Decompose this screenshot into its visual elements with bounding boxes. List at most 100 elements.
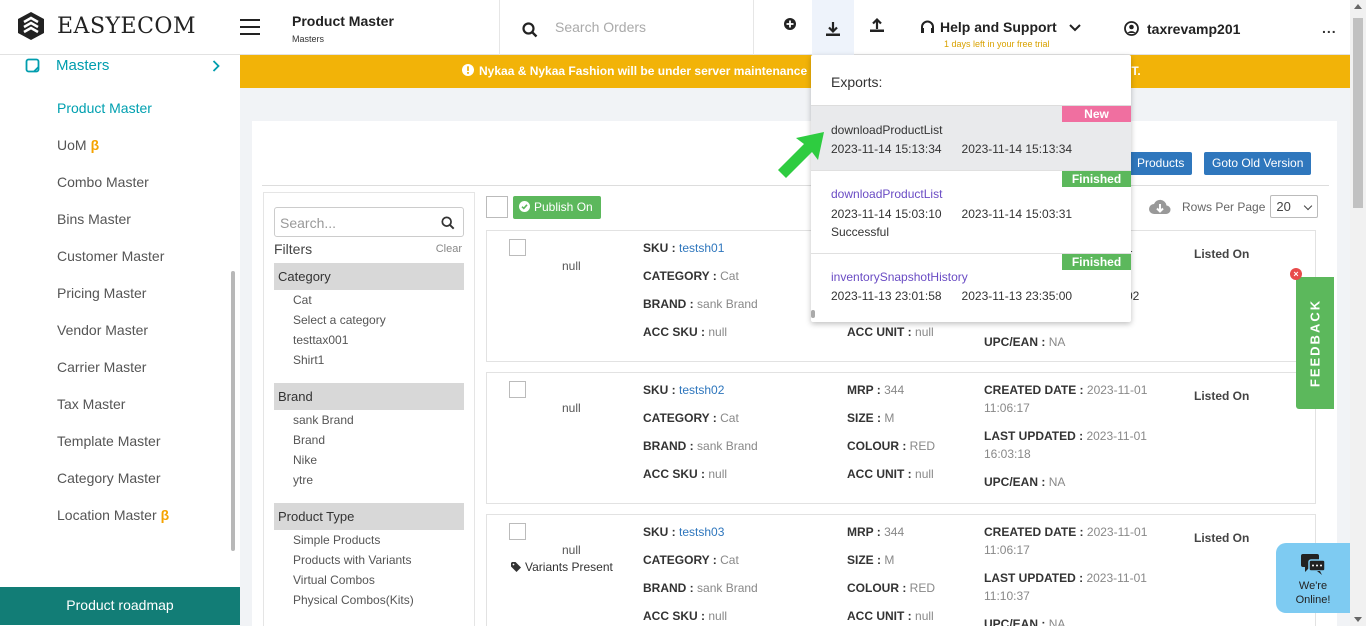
- easyecom-logo-icon: [18, 12, 44, 40]
- filter-option[interactable]: Products with Variants: [274, 550, 464, 570]
- upload-icon[interactable]: [867, 17, 887, 37]
- scrollbar-thumb[interactable]: [1353, 18, 1363, 208]
- filter-group-header[interactable]: Product Type: [274, 503, 464, 530]
- filter-option[interactable]: Physical Combos(Kits): [274, 590, 464, 610]
- filter-option[interactable]: Brand: [274, 430, 464, 450]
- cloud-download-icon[interactable]: [1148, 198, 1172, 216]
- filter-group-product-type: Product Type Simple Products Products wi…: [274, 503, 464, 610]
- filters-title: Filters: [274, 241, 313, 257]
- sidebar-item-combo-master[interactable]: Combo Master: [57, 174, 169, 211]
- filter-option[interactable]: Shirt1: [274, 350, 464, 370]
- product-image-placeholder: null: [562, 259, 581, 273]
- filter-option[interactable]: ytre: [274, 470, 464, 490]
- sidebar-section-label: Masters: [56, 57, 110, 74]
- add-circle-icon[interactable]: [780, 17, 800, 37]
- filter-group-header[interactable]: Brand: [274, 383, 464, 410]
- sidebar-item-uom[interactable]: UoM β: [57, 137, 169, 174]
- goto-old-version-button[interactable]: Goto Old Version: [1204, 152, 1312, 175]
- filter-option[interactable]: Simple Products: [274, 530, 464, 550]
- publish-on-button[interactable]: Publish On: [513, 196, 601, 219]
- export-item[interactable]: downloadProductList 2023-11-14 15:13:34 2…: [811, 106, 1131, 171]
- rows-per-page: Rows Per Page 20: [1148, 195, 1319, 218]
- dropdown-scrollbar[interactable]: [811, 310, 815, 318]
- scroll-up-icon[interactable]: [1354, 4, 1362, 9]
- row-checkbox[interactable]: [509, 239, 526, 256]
- help-and-support[interactable]: Help and Support 1 days left in your fre…: [920, 19, 1081, 49]
- sidebar-item-bins-master[interactable]: Bins Master: [57, 211, 169, 248]
- row-checkbox[interactable]: [509, 523, 526, 540]
- rows-per-page-label: Rows Per Page: [1182, 199, 1266, 214]
- filter-option[interactable]: Select a category: [274, 310, 464, 330]
- exports-dropdown: Exports: downloadProductList 2023-11-14 …: [811, 55, 1131, 322]
- divider: [262, 185, 1329, 186]
- sidebar-scrollbar[interactable]: [231, 271, 235, 551]
- export-item[interactable]: inventorySnapshotHistory 2023-11-13 23:0…: [811, 254, 1131, 319]
- listing-status: Listed On: [1194, 389, 1250, 403]
- sidebar-section-masters[interactable]: Masters: [25, 57, 220, 74]
- filter-group-header[interactable]: Category: [274, 263, 464, 290]
- filter-option[interactable]: sank Brand: [274, 410, 464, 430]
- filter-option[interactable]: testtax001: [274, 330, 464, 350]
- chat-widget[interactable]: We're Online!: [1276, 543, 1350, 613]
- product-image-placeholder: null: [562, 401, 581, 415]
- product-attr-col: MRP : 344 SIZE : M COLOUR : RED ACC UNIT…: [847, 383, 936, 481]
- sidebar-item-vendor-master[interactable]: Vendor Master: [57, 322, 169, 359]
- product-dates-col: CREATED DATE : 2023-11-01 11:06:17 LAST …: [984, 525, 1148, 626]
- hamburger-menu-icon[interactable]: [240, 19, 260, 35]
- sidebar-item-pricing-master[interactable]: Pricing Master: [57, 285, 169, 322]
- product-card: null Variants Present SKU : testsh03 CAT…: [486, 514, 1316, 626]
- search-orders-box: [499, 0, 754, 55]
- sidebar-item-tax-master[interactable]: Tax Master: [57, 396, 169, 433]
- scroll-down-icon[interactable]: [1354, 617, 1362, 622]
- row-checkbox[interactable]: [509, 381, 526, 398]
- rows-per-page-select[interactable]: 20: [1270, 195, 1319, 218]
- banner-text: Nykaa & Nykaa Fashion will be under serv…: [479, 64, 830, 78]
- product-dates-col: CREATED DATE : 2023-11-01 11:06:17 LAST …: [984, 383, 1148, 489]
- close-icon[interactable]: ×: [1290, 268, 1302, 280]
- logo[interactable]: EASYECOM: [16, 11, 196, 41]
- products-button[interactable]: Products: [1129, 152, 1193, 175]
- export-name[interactable]: inventorySnapshotHistory: [831, 270, 968, 284]
- more-options-icon[interactable]: ...: [1322, 20, 1337, 36]
- export-status: Successful: [831, 225, 890, 239]
- sidebar-item-template-master[interactable]: Template Master: [57, 433, 169, 470]
- sidebar-item-customer-master[interactable]: Customer Master: [57, 248, 169, 285]
- search-orders-input[interactable]: [555, 19, 735, 35]
- product-sku-link[interactable]: testsh02: [679, 383, 724, 397]
- filter-option[interactable]: Virtual Combos: [274, 570, 464, 590]
- select-all-checkbox[interactable]: [486, 196, 508, 218]
- export-item[interactable]: downloadProductList 2023-11-14 15:03:10 2…: [811, 171, 1131, 254]
- user-menu[interactable]: taxrevamp201: [1124, 21, 1240, 37]
- export-name[interactable]: downloadProductList: [831, 187, 942, 201]
- sidebar-item-category-master[interactable]: Category Master: [57, 470, 169, 507]
- info-icon: [462, 64, 474, 76]
- beta-badge: β: [160, 507, 170, 523]
- product-sku-link[interactable]: testsh01: [679, 241, 724, 255]
- page-scrollbar[interactable]: [1350, 0, 1366, 626]
- variants-indicator: Variants Present: [511, 560, 613, 574]
- help-label: Help and Support: [940, 19, 1057, 35]
- product-info-col: SKU : testsh02 CATEGORY : Cat BRAND : sa…: [643, 383, 758, 481]
- product-roadmap-button[interactable]: Product roadmap: [0, 587, 240, 625]
- listing-status: Listed On: [1194, 247, 1250, 261]
- export-badge-finished: Finished: [1062, 171, 1131, 187]
- page-subtitle: Masters: [292, 34, 325, 44]
- filter-option[interactable]: Nike: [274, 450, 464, 470]
- masters-icon: [25, 58, 40, 73]
- trial-notice: 1 days left in your free trial: [944, 39, 1050, 49]
- clear-filters-link[interactable]: Clear: [436, 243, 462, 255]
- sidebar-item-product-master[interactable]: Product Master: [57, 100, 169, 137]
- sidebar: Masters Product Master UoM β Combo Master…: [0, 55, 240, 626]
- filter-search-input[interactable]: Search...: [274, 207, 464, 237]
- filter-option[interactable]: Cat: [274, 290, 464, 310]
- download-icon[interactable]: [812, 0, 854, 55]
- product-card: null SKU : testsh02 CATEGORY : Cat BRAND…: [486, 372, 1316, 504]
- chat-bubble-icon: [1301, 554, 1326, 575]
- product-attr-col: MRP : 344 SIZE : M COLOUR : RED ACC UNIT…: [847, 525, 936, 623]
- feedback-tab[interactable]: FEEDBACK: [1296, 277, 1334, 409]
- sidebar-item-location-master[interactable]: Location Master β: [57, 507, 169, 544]
- page-heading: Product Master Masters: [292, 13, 394, 44]
- sidebar-item-carrier-master[interactable]: Carrier Master: [57, 359, 169, 396]
- export-dates: 2023-11-14 15:03:10 2023-11-14 15:03:31: [831, 207, 1073, 221]
- product-sku-link[interactable]: testsh03: [679, 525, 724, 539]
